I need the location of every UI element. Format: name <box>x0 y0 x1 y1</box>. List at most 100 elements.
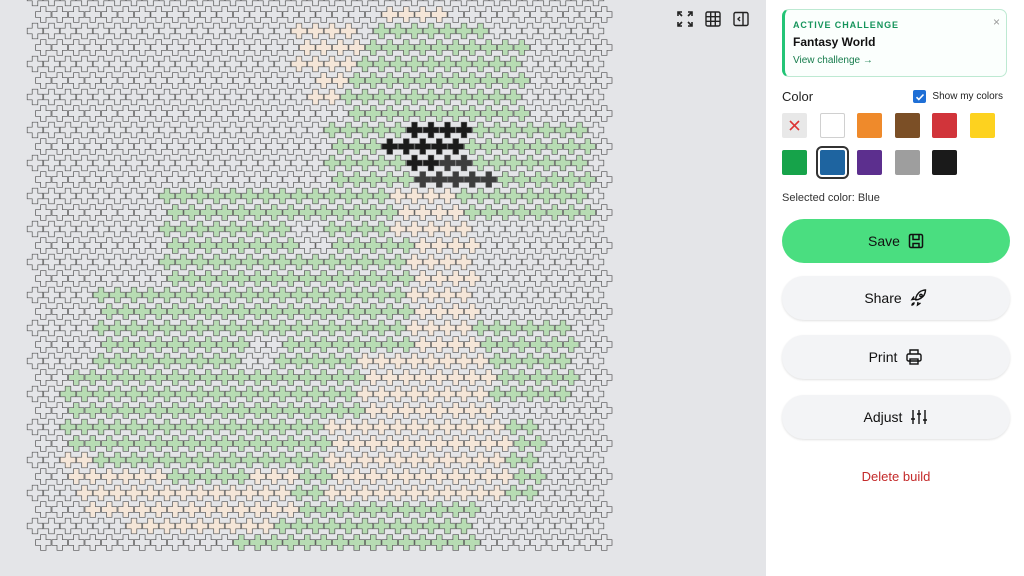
puzzle-piece[interactable] <box>282 204 299 221</box>
puzzle-piece[interactable] <box>26 517 44 535</box>
puzzle-piece[interactable] <box>200 6 217 23</box>
puzzle-piece[interactable] <box>398 105 415 122</box>
puzzle-piece[interactable] <box>150 369 167 386</box>
puzzle-piece[interactable] <box>464 303 481 320</box>
puzzle-piece[interactable] <box>191 418 209 436</box>
puzzle-piece[interactable] <box>257 319 275 337</box>
puzzle-piece[interactable] <box>142 352 159 370</box>
puzzle-piece[interactable] <box>150 402 167 419</box>
puzzle-piece[interactable] <box>51 270 68 287</box>
puzzle-piece[interactable] <box>406 88 423 106</box>
puzzle-piece[interactable] <box>488 220 506 238</box>
puzzle-piece[interactable] <box>315 204 332 221</box>
puzzle-piece[interactable] <box>472 55 489 73</box>
puzzle-piece[interactable] <box>587 319 605 337</box>
puzzle-piece[interactable] <box>431 402 448 419</box>
puzzle-piece[interactable] <box>290 319 308 337</box>
puzzle-piece[interactable] <box>340 286 357 304</box>
puzzle-piece[interactable] <box>521 418 539 436</box>
puzzle-piece[interactable] <box>439 385 456 403</box>
puzzle-piece[interactable] <box>414 369 431 386</box>
puzzle-piece[interactable] <box>26 187 44 205</box>
puzzle-piece[interactable] <box>101 534 118 551</box>
puzzle-piece[interactable] <box>464 138 481 155</box>
puzzle-piece[interactable] <box>365 6 382 23</box>
puzzle-piece[interactable] <box>257 121 275 139</box>
puzzle-piece[interactable] <box>43 121 60 139</box>
puzzle-piece[interactable] <box>365 369 382 386</box>
puzzle-piece[interactable] <box>455 253 473 271</box>
puzzle-piece[interactable] <box>596 501 613 518</box>
puzzle-piece[interactable] <box>389 451 407 469</box>
puzzle-piece[interactable] <box>249 369 266 386</box>
puzzle-piece[interactable] <box>447 468 464 485</box>
puzzle-piece[interactable] <box>521 187 539 205</box>
puzzle-piece[interactable] <box>216 402 233 419</box>
puzzle-piece[interactable] <box>92 121 110 139</box>
puzzle-piece[interactable] <box>596 39 613 56</box>
puzzle-piece[interactable] <box>365 534 382 551</box>
puzzle-piece[interactable] <box>546 435 563 452</box>
puzzle-piece[interactable] <box>571 0 588 7</box>
puzzle-piece[interactable] <box>389 121 407 139</box>
puzzle-piece[interactable] <box>158 187 176 205</box>
puzzle-piece[interactable] <box>117 270 134 287</box>
puzzle-piece[interactable] <box>455 55 473 73</box>
puzzle-piece[interactable] <box>290 286 308 304</box>
puzzle-piece[interactable] <box>158 286 176 304</box>
puzzle-piece[interactable] <box>587 22 605 40</box>
puzzle-piece[interactable] <box>233 369 250 386</box>
puzzle-piece[interactable] <box>480 270 497 287</box>
puzzle-piece[interactable] <box>373 484 390 502</box>
puzzle-piece[interactable] <box>249 336 266 353</box>
puzzle-piece[interactable] <box>596 468 613 485</box>
puzzle-piece[interactable] <box>150 72 167 89</box>
puzzle-piece[interactable] <box>125 187 143 205</box>
puzzle-piece[interactable] <box>389 385 407 403</box>
puzzle-piece[interactable] <box>505 88 522 106</box>
puzzle-piece[interactable] <box>422 0 440 7</box>
swatch-orange[interactable] <box>857 113 882 138</box>
puzzle-piece[interactable] <box>513 6 530 23</box>
puzzle-piece[interactable] <box>431 171 448 188</box>
puzzle-piece[interactable] <box>125 220 143 238</box>
puzzle-piece[interactable] <box>307 220 324 238</box>
puzzle-piece[interactable] <box>134 72 151 89</box>
puzzle-piece[interactable] <box>51 435 68 452</box>
puzzle-piece[interactable] <box>464 6 481 23</box>
puzzle-piece[interactable] <box>266 105 283 122</box>
puzzle-piece[interactable] <box>389 253 407 271</box>
puzzle-piece[interactable] <box>579 72 596 89</box>
puzzle-piece[interactable] <box>101 204 118 221</box>
puzzle-piece[interactable] <box>538 0 555 7</box>
puzzle-piece[interactable] <box>587 286 605 304</box>
puzzle-piece[interactable] <box>340 121 357 139</box>
puzzle-piece[interactable] <box>348 39 365 56</box>
puzzle-piece[interactable] <box>167 270 184 287</box>
puzzle-piece[interactable] <box>587 451 605 469</box>
puzzle-piece[interactable] <box>183 270 200 287</box>
puzzle-piece[interactable] <box>587 88 605 106</box>
puzzle-piece[interactable] <box>406 0 423 7</box>
puzzle-piece[interactable] <box>274 187 291 205</box>
puzzle-piece[interactable] <box>307 22 324 40</box>
puzzle-piece[interactable] <box>513 270 530 287</box>
puzzle-piece[interactable] <box>200 402 217 419</box>
puzzle-piece[interactable] <box>142 220 159 238</box>
puzzle-piece[interactable] <box>480 39 497 56</box>
puzzle-piece[interactable] <box>381 204 398 221</box>
puzzle-piece[interactable] <box>183 39 200 56</box>
puzzle-piece[interactable] <box>571 286 588 304</box>
puzzle-piece[interactable] <box>183 303 200 320</box>
puzzle-piece[interactable] <box>497 402 514 419</box>
puzzle-piece[interactable] <box>142 22 159 40</box>
puzzle-piece[interactable] <box>266 237 283 254</box>
puzzle-piece[interactable] <box>26 154 44 172</box>
puzzle-piece[interactable] <box>563 105 580 122</box>
puzzle-piece[interactable] <box>134 138 151 155</box>
puzzle-piece[interactable] <box>348 6 365 23</box>
puzzle-piece[interactable] <box>167 336 184 353</box>
puzzle-piece[interactable] <box>216 204 233 221</box>
puzzle-piece[interactable] <box>513 369 530 386</box>
puzzle-piece[interactable] <box>332 336 349 353</box>
